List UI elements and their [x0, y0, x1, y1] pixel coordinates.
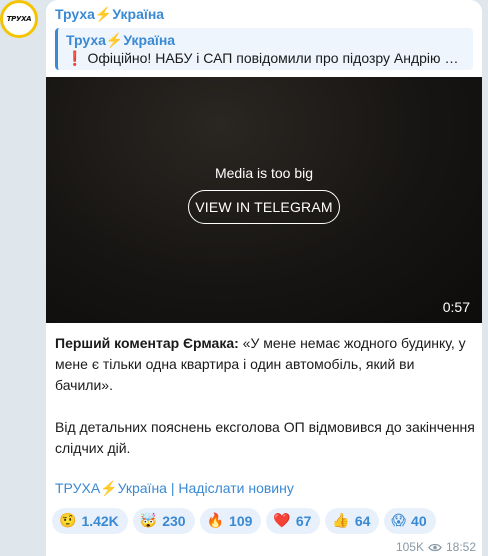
submit-news-link[interactable]: Надіслати новину: [178, 480, 293, 496]
link-separator: |: [166, 480, 179, 496]
footer-links: ТРУХА⚡Україна | Надіслати новину: [55, 480, 294, 497]
thumbs-up-icon: 👍: [332, 513, 350, 529]
reaction-count: 1.42K: [81, 513, 119, 529]
reaction-count: 40: [411, 513, 427, 529]
media-too-big-label: Media is too big: [214, 165, 314, 181]
reaction-fire[interactable]: 🔥 109: [199, 508, 262, 534]
reply-quote[interactable]: Труха⚡Україна ❗ Офіційно! НАБУ і САП пові…: [55, 28, 473, 70]
channel-name[interactable]: Труха⚡Україна: [55, 6, 164, 23]
message-bubble: Труха⚡Україна Труха⚡Україна ❗ Офіційно! Н…: [46, 0, 482, 556]
video-duration: 0:57: [442, 299, 470, 315]
message-time: 18:52: [445, 540, 476, 554]
view-in-telegram-button[interactable]: VIEW IN TELEGRAM: [188, 190, 340, 224]
bolt-icon: ⚡: [100, 480, 118, 496]
channel-name-part1: Труха: [55, 6, 95, 22]
post-bold-lead: Перший коментар Єрмака:: [55, 335, 239, 351]
reply-text-content: Офіційно! НАБУ і САП повідомили про підо…: [87, 50, 465, 66]
exclamation-icon: ❗: [66, 50, 84, 66]
post-paragraph-2: Від детальних пояснень ексголова ОП відм…: [55, 419, 475, 456]
reaction-heart[interactable]: ❤️ 67: [266, 508, 321, 534]
bolt-icon: ⚡: [105, 32, 124, 48]
fire-icon: 🔥: [206, 513, 225, 529]
view-count: 105K: [395, 540, 424, 554]
video-media[interactable]: Media is too big VIEW IN TELEGRAM 0:57: [46, 77, 482, 323]
channel-name-part2: Україна: [112, 6, 165, 22]
channel-link-part2: Україна: [117, 480, 167, 496]
reaction-count: 109: [229, 513, 253, 529]
reaction-thumbs-up[interactable]: 👍 64: [325, 508, 380, 534]
reaction-raised-eyebrow[interactable]: 🤨 1.42K: [52, 508, 128, 534]
channel-link[interactable]: ТРУХА⚡Україна: [55, 480, 167, 496]
channel-link-part1: ТРУХА: [55, 480, 101, 496]
reaction-screaming-face[interactable]: 😱 40: [384, 508, 436, 534]
avatar-label: ТРУХА: [6, 15, 32, 23]
channel-avatar[interactable]: ТРУХА: [0, 0, 38, 38]
post-paragraph-1: Перший коментар Єрмака: «У мене немає жо…: [55, 333, 475, 396]
reaction-count: 64: [354, 513, 371, 529]
screaming-face-icon: 😱: [391, 513, 407, 529]
reaction-count: 67: [295, 513, 312, 529]
exploding-head-icon: 🤯: [139, 513, 158, 529]
red-heart-icon: ❤️: [273, 513, 291, 529]
reaction-count: 230: [162, 513, 186, 529]
post-text: Перший коментар Єрмака: «У мене немає жо…: [55, 333, 475, 480]
reply-author-part2: Україна: [123, 32, 176, 48]
bolt-icon: ⚡: [94, 6, 113, 22]
reactions-bar: 🤨 1.42K 🤯 230 🔥 109 ❤️ 67 👍 64 😱 40: [52, 508, 436, 534]
message-meta: 105K 18:52: [396, 540, 476, 554]
reply-author: Труха⚡Україна: [66, 31, 465, 49]
reply-text: ❗ Офіційно! НАБУ і САП повідомили про під…: [66, 49, 465, 68]
reaction-exploding-head[interactable]: 🤯 230: [132, 508, 195, 534]
eye-icon: [428, 543, 442, 551]
reply-author-part1: Труха: [66, 32, 106, 48]
raised-eyebrow-face-icon: 🤨: [59, 513, 77, 529]
